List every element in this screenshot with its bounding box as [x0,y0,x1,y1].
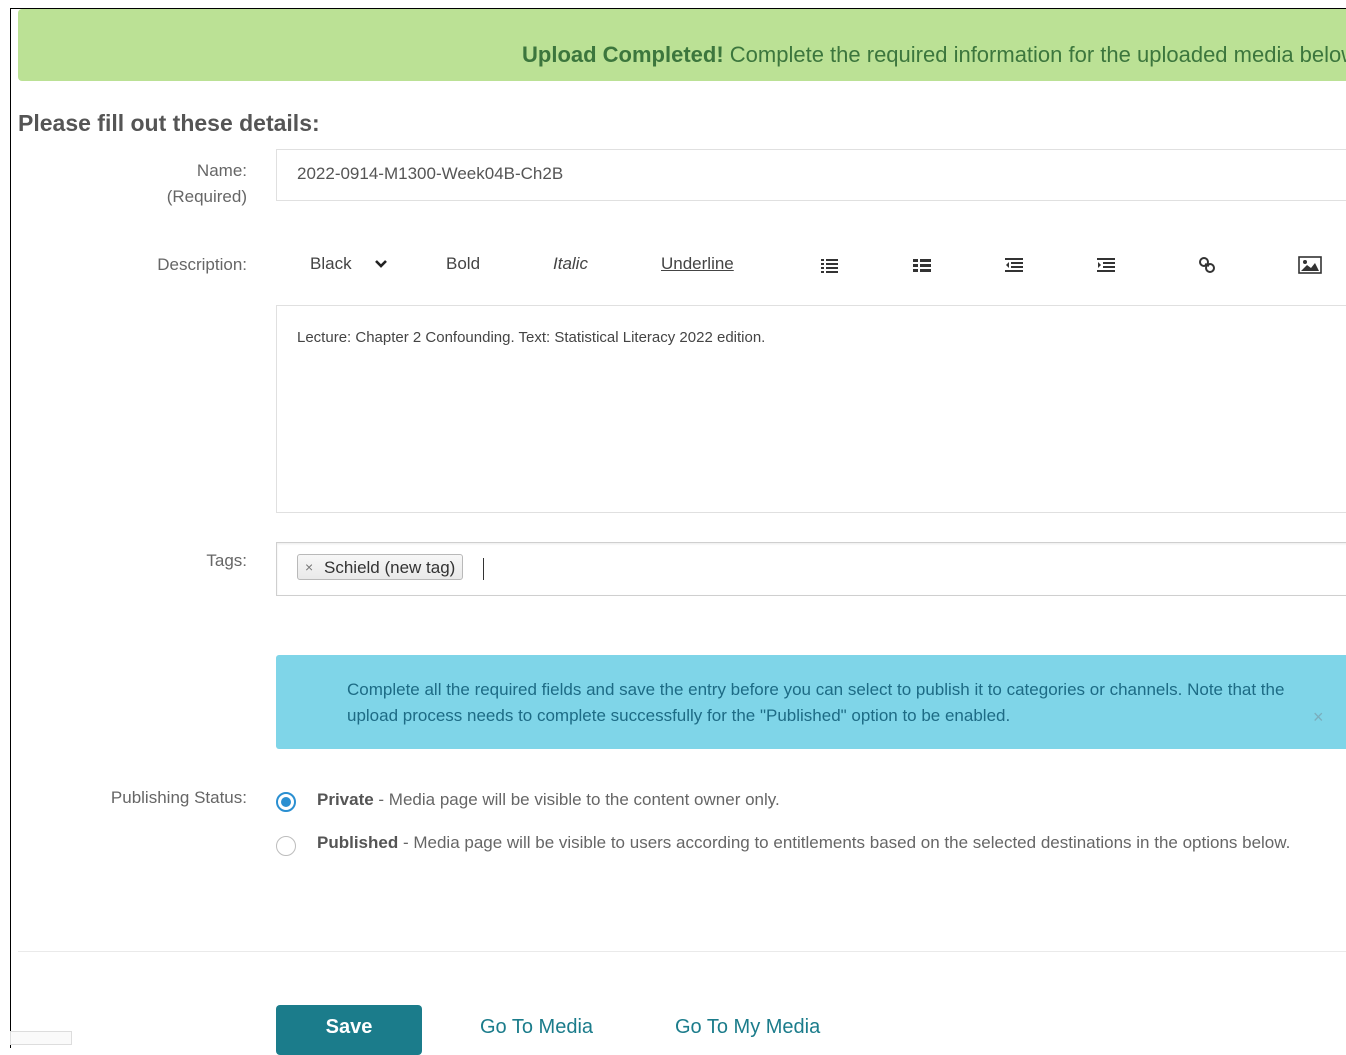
chevron-down-icon [375,260,387,268]
name-input[interactable]: 2022-0914-M1300-Week04B-Ch2B [276,149,1346,201]
tag-chip: × Schield (new tag) [297,554,464,580]
bold-button[interactable]: Bold [446,254,480,274]
go-to-media-link[interactable]: Go To Media [480,1016,593,1039]
link-icon[interactable] [1197,256,1217,274]
tags-input[interactable]: × Schield (new tag) [276,542,1346,596]
description-editor[interactable]: Lecture: Chapter 2 Confounding. Text: St… [276,305,1346,513]
italic-button[interactable]: Italic [553,254,588,274]
close-icon[interactable]: × [1313,707,1324,728]
description-label: Description: [157,255,247,274]
upload-success-banner: Upload Completed! Complete the required … [18,9,1346,81]
private-option-name: Private [317,790,374,809]
banner-message: Upload Completed! Complete the required … [522,42,1346,68]
private-option[interactable]: Private - Media page will be visible to … [317,790,780,810]
tags-label: Tags: [206,551,247,570]
published-option-name: Published [317,833,399,852]
numbered-list-icon[interactable] [912,256,932,274]
close-icon[interactable]: × [305,555,313,580]
published-option-desc: - Media page will be visible to users ac… [398,833,1291,852]
private-radio[interactable] [276,792,296,812]
text-caret [483,558,484,580]
info-message: Complete all the required fields and sav… [347,680,1285,725]
banner-text: Complete the required information for th… [723,42,1346,67]
published-option[interactable]: Published - Media page will be visible t… [317,833,1290,853]
description-toolbar: Black Bold Italic Underline [276,240,1346,290]
divider [18,951,1346,952]
name-label: Name: (Required) [167,158,247,210]
color-select-value: Black [310,254,352,273]
indent-icon[interactable] [1096,256,1116,274]
tag-label: Schield (new tag) [324,558,456,577]
save-button[interactable]: Save [276,1005,422,1055]
published-radio[interactable] [276,836,296,856]
info-alert: Complete all the required fields and sav… [276,655,1346,749]
banner-strong: Upload Completed! [522,42,724,67]
form-title: Please fill out these details: [18,110,320,136]
go-to-my-media-link[interactable]: Go To My Media [675,1016,820,1039]
name-label-text: Name: [196,161,247,180]
bottom-tab [10,1031,72,1045]
private-option-desc: - Media page will be visible to the cont… [373,790,780,809]
image-icon[interactable] [1298,256,1322,274]
underline-button[interactable]: Underline [661,254,734,274]
publishing-status-label: Publishing Status: [110,788,247,807]
outdent-icon[interactable] [1004,256,1024,274]
color-select[interactable]: Black [310,254,387,274]
bulleted-list-icon[interactable] [820,256,840,274]
name-required-text: (Required) [166,187,247,206]
